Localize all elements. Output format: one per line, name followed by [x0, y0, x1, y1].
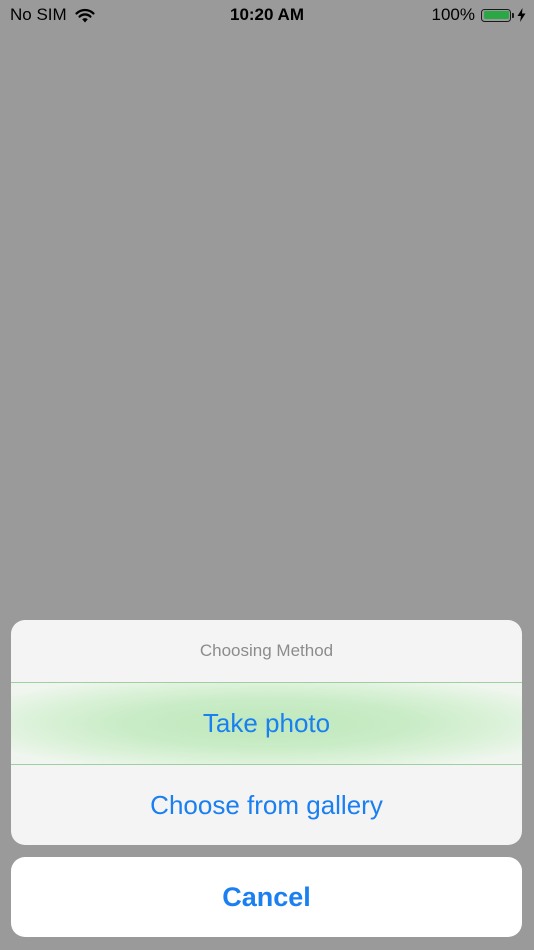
battery-percent: 100% [431, 5, 475, 24]
battery-icon [481, 8, 514, 22]
action-sheet-title: Choosing Method [199, 641, 334, 660]
choose-from-gallery-button[interactable]: Choose from gallery [11, 765, 522, 845]
take-photo-button[interactable]: Take photo [11, 683, 522, 764]
action-sheet: Choosing Method Take photo Choose from g… [11, 620, 522, 845]
battery-level-fill [483, 11, 509, 19]
charging-bolt-icon [517, 8, 526, 22]
status-right: 100% [432, 5, 526, 25]
status-bar: No SIM 10:20 AM 100% [0, 0, 534, 30]
cancel-button[interactable]: Cancel [11, 857, 522, 937]
